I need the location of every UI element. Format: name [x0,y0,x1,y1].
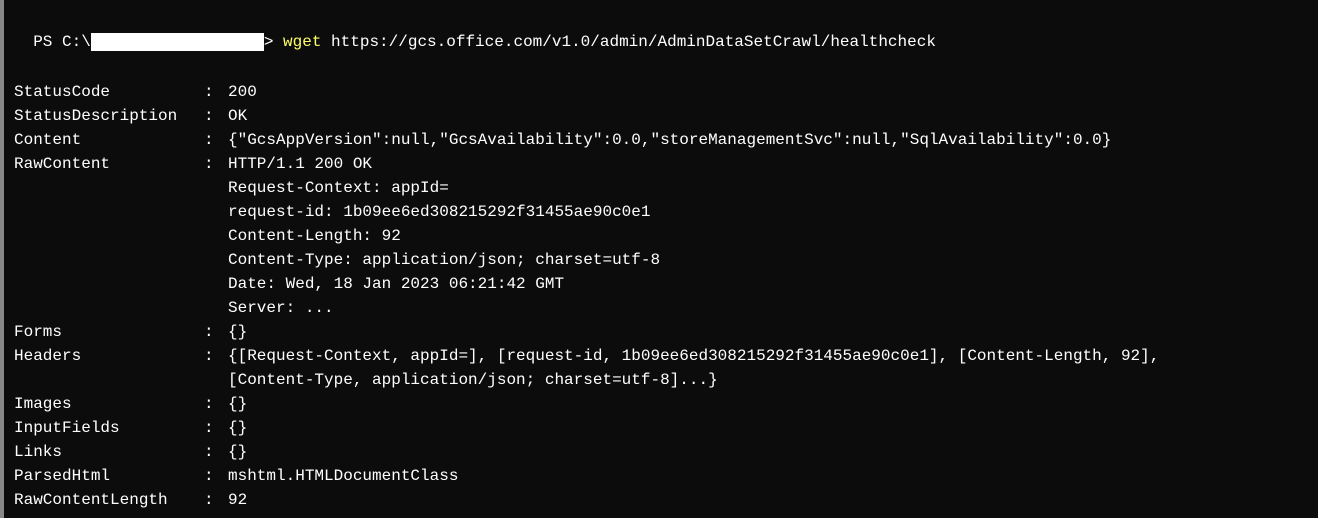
value-inputfields: {} [228,416,247,440]
value-statuscode: 200 [228,80,257,104]
command-url: https://gcs.office.com/v1.0/admin/AdminD… [331,33,936,51]
value-rawcontent-6: Server: ... [228,296,1308,320]
row-statusdescription: StatusDescription: OK [14,104,1308,128]
colon: : [204,440,228,464]
value-headers-0: {[Request-Context, appId=], [request-id,… [228,344,1159,368]
prompt-end: > [264,33,283,51]
colon: : [204,80,228,104]
label-forms: Forms [14,320,204,344]
value-links: {} [228,440,247,464]
label-images: Images [14,392,204,416]
value-rawcontentlength: 92 [228,488,247,512]
label-statusdescription: StatusDescription [14,104,204,128]
row-headers: Headers: {[Request-Context, appId=], [re… [14,344,1308,368]
label-rawcontentlength: RawContentLength [14,488,204,512]
prompt-prefix: PS C:\ [33,33,91,51]
colon: : [204,416,228,440]
value-forms: {} [228,320,247,344]
row-parsedhtml: ParsedHtml: mshtml.HTMLDocumentClass [14,464,1308,488]
label-headers: Headers [14,344,204,368]
label-statuscode: StatusCode [14,80,204,104]
label-content: Content [14,128,204,152]
value-content: {"GcsAppVersion":null,"GcsAvailability":… [228,128,1111,152]
value-rawcontent-2: request-id: 1b09ee6ed308215292f31455ae90… [228,200,1308,224]
label-rawcontent: RawContent [14,152,204,176]
value-rawcontent-0: HTTP/1.1 200 OK [228,152,372,176]
value-parsedhtml: mshtml.HTMLDocumentClass [228,464,458,488]
colon: : [204,320,228,344]
label-parsedhtml: ParsedHtml [14,464,204,488]
colon: : [204,464,228,488]
row-rawcontentlength: RawContentLength: 92 [14,488,1308,512]
colon: : [204,104,228,128]
value-rawcontent-4: Content-Type: application/json; charset=… [228,248,1308,272]
colon: : [204,128,228,152]
value-statusdescription: OK [228,104,247,128]
prompt-line[interactable]: PS C:\ > wget https://gcs.office.com/v1.0… [14,6,1308,54]
row-rawcontent: RawContent: HTTP/1.1 200 OK [14,152,1308,176]
value-headers-1: [Content-Type, application/json; charset… [228,368,1308,392]
value-rawcontent-1: Request-Context: appId= [228,176,1308,200]
redacted-path [91,33,264,51]
row-images: Images: {} [14,392,1308,416]
value-images: {} [228,392,247,416]
command-name: wget [283,33,321,51]
row-inputfields: InputFields: {} [14,416,1308,440]
row-forms: Forms: {} [14,320,1308,344]
colon: : [204,488,228,512]
row-links: Links: {} [14,440,1308,464]
value-rawcontent-5: Date: Wed, 18 Jan 2023 06:21:42 GMT [228,272,1308,296]
label-inputfields: InputFields [14,416,204,440]
colon: : [204,152,228,176]
label-links: Links [14,440,204,464]
colon: : [204,344,228,368]
value-rawcontent-3: Content-Length: 92 [228,224,1308,248]
colon: : [204,392,228,416]
row-content: Content: {"GcsAppVersion":null,"GcsAvail… [14,128,1308,152]
row-statuscode: StatusCode: 200 [14,80,1308,104]
